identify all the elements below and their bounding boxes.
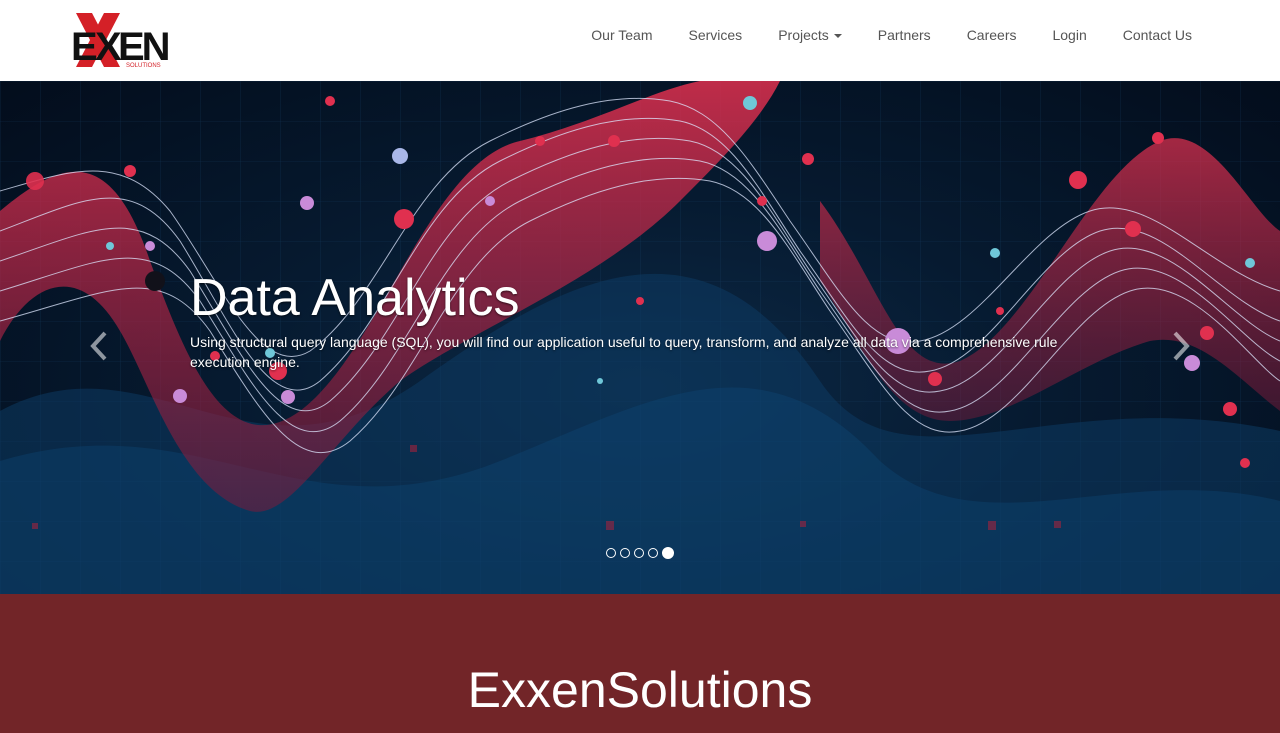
chevron-left-icon [90,331,107,361]
nav-projects-label: Projects [778,27,829,43]
carousel-indicator-3[interactable] [634,548,644,558]
section-title: ExxenSolutions [467,662,813,718]
nav-projects-dropdown[interactable]: Projects [760,0,860,70]
carousel-next-button[interactable] [1162,321,1202,371]
hero-carousel: Data Analytics Using structural query la… [0,81,1280,594]
slide-description: Using structural query language (SQL), y… [190,334,1058,370]
exxen-logo-icon: E X EN SOLUTIONS [71,13,170,69]
caret-down-icon [833,34,842,39]
carousel-indicators [0,546,1280,560]
nav-login[interactable]: Login [1034,0,1104,70]
carousel-indicator-5[interactable] [662,547,674,559]
main-nav: Our Team Services Projects Partners Care… [573,0,1210,70]
chevron-right-icon [1173,331,1190,361]
nav-contact-us[interactable]: Contact Us [1105,0,1210,70]
svg-text:SOLUTIONS: SOLUTIONS [126,63,161,69]
slide-title: Data Analytics [190,269,520,327]
logo[interactable]: E X EN SOLUTIONS [70,11,170,69]
carousel-prev-button[interactable] [78,321,118,371]
svg-text:E: E [71,25,97,69]
company-section: ExxenSolutions [0,594,1280,733]
carousel-indicator-1[interactable] [606,548,616,558]
carousel-indicator-4[interactable] [648,548,658,558]
carousel-indicator-2[interactable] [620,548,630,558]
slide-caption: Data Analytics Using structural query la… [190,268,1080,372]
navbar: E X EN SOLUTIONS Our Team Services Proje… [0,0,1280,81]
nav-services[interactable]: Services [671,0,761,70]
nav-careers[interactable]: Careers [949,0,1035,70]
nav-partners[interactable]: Partners [860,0,949,70]
nav-our-team[interactable]: Our Team [573,0,670,70]
